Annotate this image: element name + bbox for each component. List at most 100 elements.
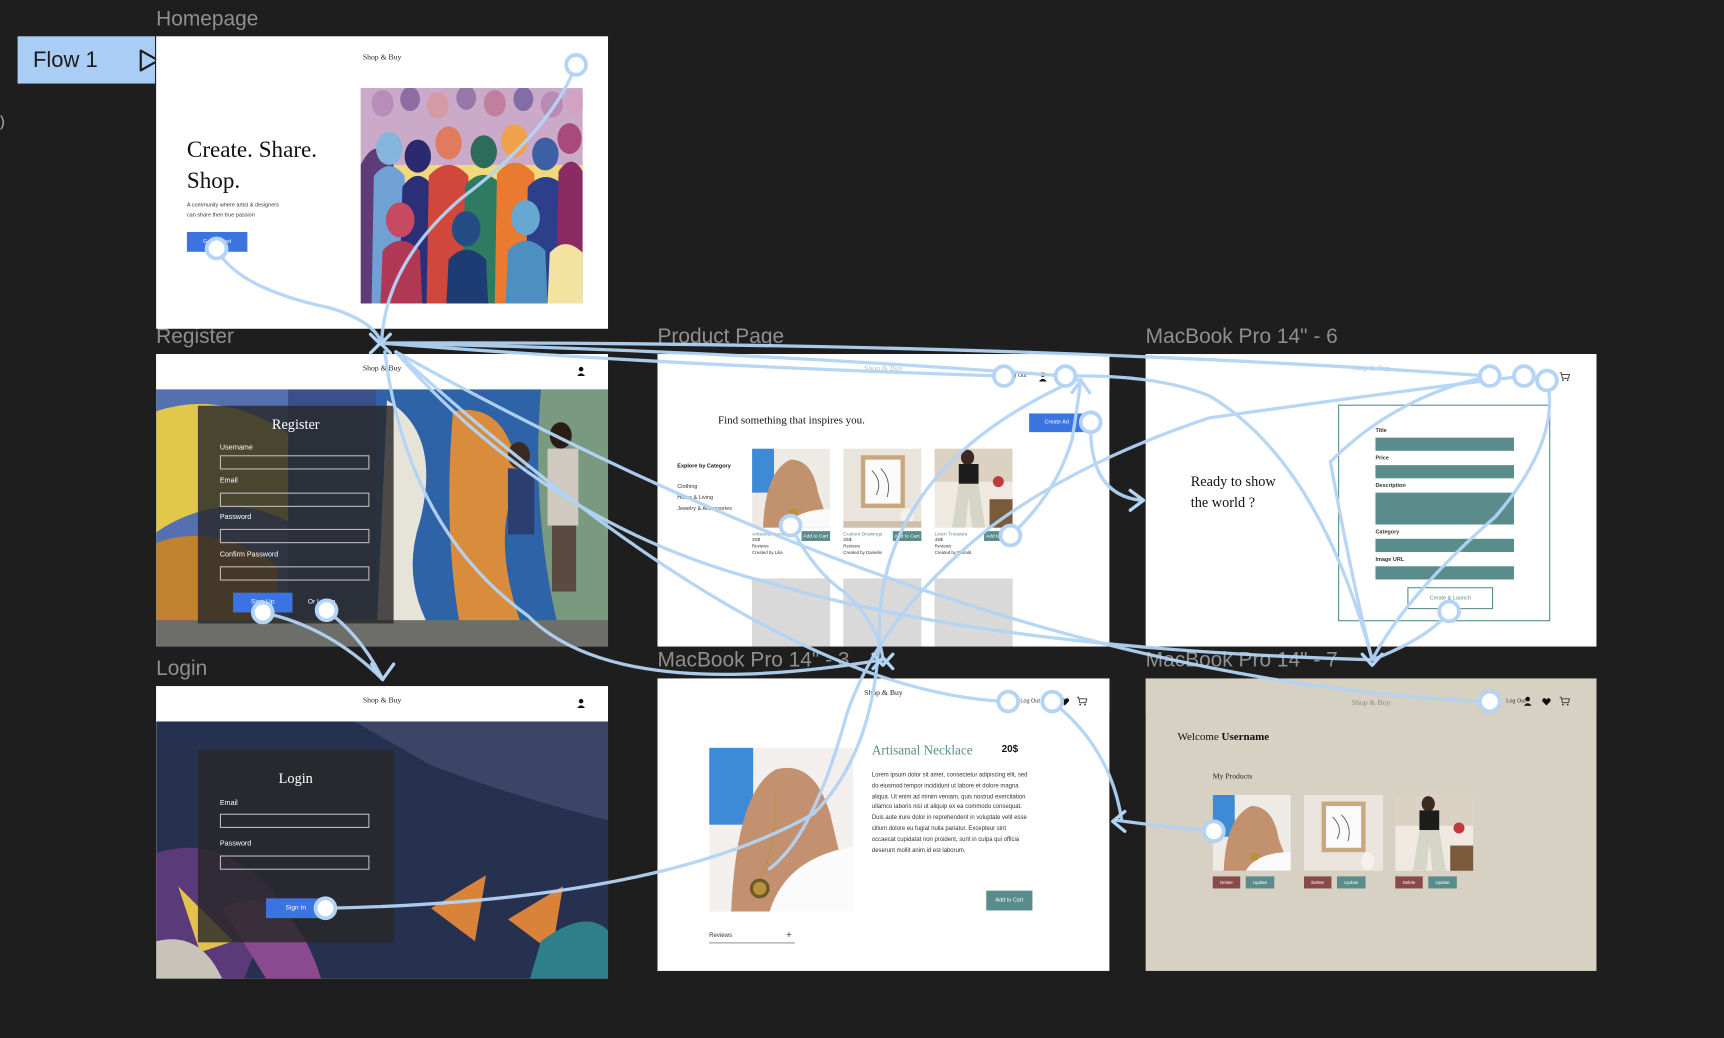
login-title: Login [278, 769, 313, 787]
frame-mbp6[interactable]: Shop & Buy Ready to show the world ? Tit… [1145, 354, 1597, 647]
username-input[interactable] [219, 455, 370, 470]
or-login-link[interactable]: Or Log In [308, 599, 336, 606]
my-product-image-necklace[interactable] [1212, 794, 1291, 871]
cart-icon[interactable] [1559, 696, 1571, 706]
product-reviews-1[interactable]: Reviews [752, 543, 769, 548]
frame-product-page[interactable]: Shop & Buy Log Out Find something that i… [657, 354, 1110, 647]
product-reviews-3[interactable]: Reviews [935, 543, 952, 548]
update-button-3[interactable]: Update [1428, 876, 1457, 889]
brand-logo[interactable]: Shop & Buy [156, 364, 608, 373]
arrowhead [368, 332, 392, 346]
frame-homepage[interactable]: Shop & Buy Create. Share. Shop. A commun… [156, 36, 609, 329]
user-icon[interactable] [1038, 372, 1048, 382]
add-to-cart-button-3[interactable]: Add to Cart [984, 531, 1013, 541]
title-input[interactable] [1375, 437, 1514, 451]
product-reviews-2[interactable]: Reviews [843, 543, 860, 548]
product-description: Lorem ipsum dolor sit amet, consectetur … [871, 771, 1028, 854]
category-jewelry[interactable]: Jewelry & Accessories [677, 506, 732, 513]
product-image-necklace[interactable] [752, 448, 831, 528]
login-navbar: Shop & Buy [156, 686, 609, 722]
canvas: ) Flow 1 Homepage Register Login Product… [0, 0, 1724, 1038]
add-to-cart-button-2[interactable]: Add to Cart [892, 531, 922, 541]
hero-headline-1: Create. Share. [186, 136, 318, 163]
update-button-1[interactable]: Update [1245, 876, 1275, 889]
logout-link[interactable]: Log Out [1020, 698, 1040, 705]
update-button-2[interactable]: Update [1336, 876, 1366, 889]
product-heading: Find something that inspires you. [717, 414, 865, 427]
category-home-living[interactable]: Home & Living [677, 495, 713, 502]
frame-label-mbp7[interactable]: MacBook Pro 14" - 7 [1146, 649, 1338, 673]
password-input[interactable] [219, 528, 370, 544]
frame-label-homepage[interactable]: Homepage [156, 8, 258, 32]
flow-1-button[interactable]: Flow 1 [17, 36, 160, 84]
frame-mbp7[interactable]: Shop & Buy Log Out Welcome Username My P… [1145, 678, 1597, 971]
frame-login[interactable]: Shop & Buy Login Email Password Sign In [156, 686, 609, 979]
product-image-trousers[interactable] [934, 448, 1013, 528]
add-to-cart-button[interactable]: Add to Cart [986, 890, 1033, 911]
brand-logo[interactable]: Shop & Buy [657, 688, 1109, 697]
user-icon[interactable] [576, 366, 586, 377]
category-input[interactable] [1375, 538, 1514, 552]
user-icon[interactable] [576, 698, 586, 709]
user-icon[interactable] [1523, 696, 1533, 706]
hero-sub-2: can share their true passion [186, 212, 255, 219]
side-marker: ) [0, 113, 5, 130]
add-to-cart-button-1[interactable]: Add to Cart [801, 531, 831, 541]
arrowhead [871, 655, 895, 671]
expand-reviews-icon[interactable]: + [786, 929, 792, 940]
frame-register[interactable]: Shop & Buy Register Username Email Passw… [156, 354, 609, 647]
sign-up-button[interactable]: Sign Up [233, 592, 293, 613]
heart-icon[interactable] [1060, 697, 1070, 706]
brand-logo[interactable]: Shop & Buy [156, 53, 608, 62]
delete-button-3[interactable]: Delete [1395, 876, 1423, 889]
get-started-button[interactable]: Get Started [186, 232, 248, 252]
create-ad-button[interactable]: Create Ad [1029, 413, 1098, 433]
email-label: Email [219, 477, 238, 485]
frame-label-mbp3[interactable]: MacBook Pro 14" - 3 [657, 649, 849, 673]
email-input[interactable] [219, 813, 370, 828]
password-input[interactable] [219, 855, 370, 870]
email-input[interactable] [219, 492, 370, 507]
create-heading-2: the world ? [1190, 493, 1256, 511]
product-navbar: Shop & Buy Log Out [657, 354, 1110, 390]
price-input[interactable] [1375, 465, 1514, 479]
create-launch-button[interactable]: Create & Launch [1407, 587, 1494, 610]
product-image-drawings[interactable] [843, 448, 922, 528]
confirm-password-input[interactable] [219, 566, 370, 581]
welcome-word: Welcome [1177, 731, 1219, 744]
confirm-password-label: Confirm Password [219, 550, 279, 559]
hero-painting [360, 87, 583, 304]
password-label: Password [219, 513, 252, 522]
product-price: 20$ [1001, 743, 1019, 755]
frame-label-mbp6[interactable]: MacBook Pro 14" - 6 [1146, 325, 1338, 349]
description-label: Description [1375, 482, 1406, 490]
frame-label-login[interactable]: Login [156, 658, 207, 682]
my-product-image-trousers[interactable] [1395, 794, 1474, 871]
category-clothing[interactable]: Clothing [677, 484, 697, 491]
brand-logo[interactable]: Shop & Buy [1146, 364, 1597, 373]
product-price-2: 25$ [843, 536, 852, 543]
brand-logo[interactable]: Shop & Buy [156, 696, 608, 705]
heart-icon[interactable] [1541, 697, 1551, 706]
frame-label-register[interactable]: Register [156, 325, 234, 349]
image-url-input[interactable] [1375, 566, 1514, 580]
delete-button-2[interactable]: Delete [1303, 876, 1332, 889]
image-url-label: Image URL [1375, 556, 1405, 563]
sign-in-button[interactable]: Sign In [266, 898, 326, 919]
reviews-toggle[interactable]: Reviews [709, 932, 732, 939]
my-product-image-drawings[interactable] [1303, 794, 1384, 871]
product-title: Artisanal Necklace [871, 742, 973, 758]
cart-icon[interactable] [1076, 696, 1088, 706]
frame-label-product-page[interactable]: Product Page [657, 325, 784, 349]
arrowhead [368, 341, 392, 355]
logout-link[interactable]: Log Out [1007, 373, 1027, 380]
product-placeholder [843, 578, 922, 647]
description-input[interactable] [1375, 492, 1514, 525]
username-text: Username [1221, 731, 1270, 744]
delete-button-1[interactable]: Delete [1212, 876, 1241, 889]
cart-icon[interactable] [1559, 372, 1571, 382]
frame-mbp3[interactable]: Shop & Buy Log Out Artisanal Necklace 20… [657, 678, 1110, 971]
category-label: Category [1375, 528, 1400, 536]
arrowhead [871, 652, 895, 667]
hero-headline-2: Shop. [186, 167, 241, 194]
